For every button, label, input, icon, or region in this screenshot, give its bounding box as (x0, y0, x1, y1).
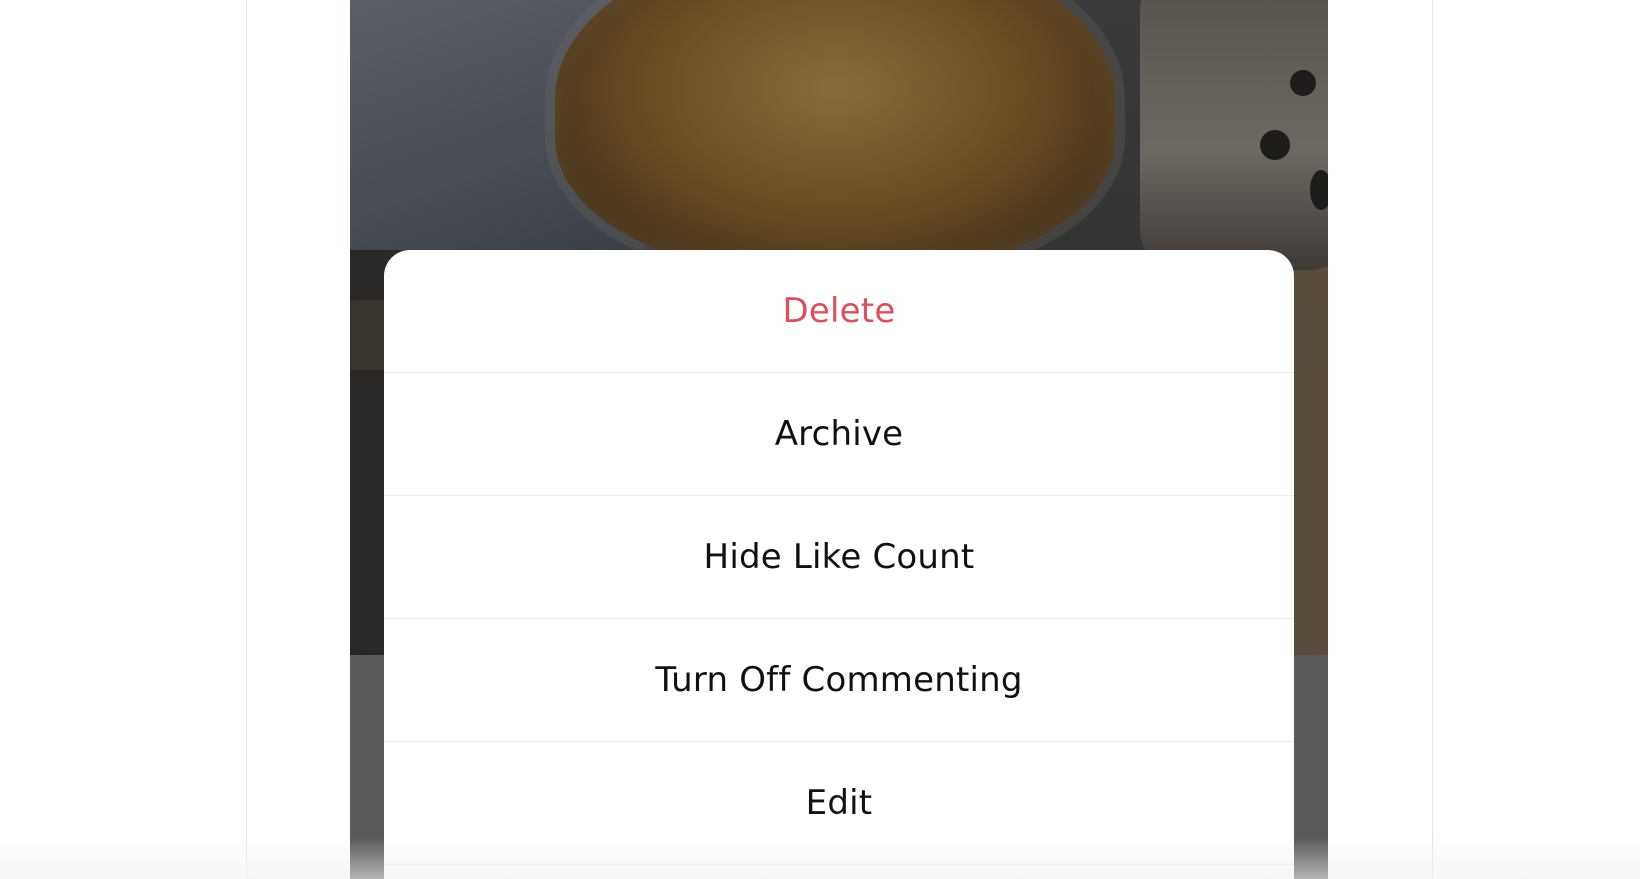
photo-cup-dot (1290, 70, 1316, 96)
turn-off-commenting-button[interactable]: Turn Off Commenting (384, 619, 1294, 742)
column-divider-right (1432, 0, 1433, 879)
edit-button[interactable]: Edit (384, 742, 1294, 865)
photo-cup-shape (1140, 0, 1328, 270)
archive-button[interactable]: Archive (384, 373, 1294, 496)
screen: Delete Archive Hide Like Count Turn Off … (0, 0, 1640, 879)
delete-button[interactable]: Delete (384, 250, 1294, 373)
hide-like-count-button[interactable]: Hide Like Count (384, 496, 1294, 619)
photo-cup-dot (1260, 130, 1290, 160)
post-options-action-sheet: Delete Archive Hide Like Count Turn Off … (384, 250, 1294, 879)
column-divider-left (246, 0, 247, 879)
photo-glass-shape (555, 0, 1115, 270)
post-view-dimmed: Delete Archive Hide Like Count Turn Off … (350, 0, 1328, 879)
photo-cup-dot (1310, 170, 1328, 210)
